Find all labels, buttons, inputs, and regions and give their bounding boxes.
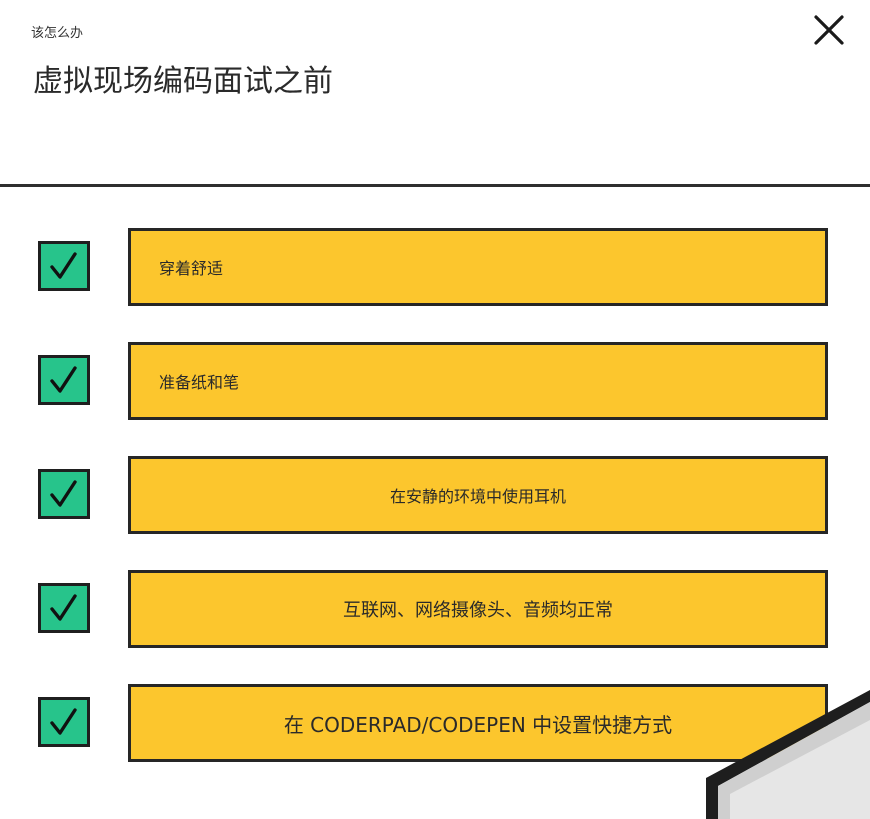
checklist-item-card: 互联网、网络摄像头、音频均正常 [128, 570, 828, 648]
checkbox[interactable] [38, 469, 90, 519]
close-button[interactable] [810, 11, 848, 49]
checklist-item-label: 互联网、网络摄像头、音频均正常 [343, 600, 613, 621]
monitor-illustration [706, 690, 870, 819]
checkbox[interactable] [38, 241, 90, 291]
page-title: 虚拟现场编码面试之前 [33, 64, 333, 99]
checkmark-icon [50, 366, 77, 393]
eyebrow-label: 该怎么办 [31, 26, 84, 41]
checklist-item-label: 准备纸和笔 [159, 373, 240, 392]
checkbox[interactable] [38, 583, 90, 633]
checklist-item-card: 准备纸和笔 [128, 342, 828, 420]
checkbox[interactable] [38, 355, 90, 405]
checklist-item: 在安静的环境中使用耳机 [0, 456, 870, 534]
checklist-item-label: 在 CODERPAD/CODEPEN 中设置快捷方式 [283, 712, 673, 737]
modal: 该怎么办 虚拟现场编码面试之前 穿着舒适 准备纸和笔 在安静的环境中使用耳机 互… [0, 0, 870, 819]
checklist-item-label: 穿着舒适 [159, 259, 224, 278]
checklist-item-label: 在安静的环境中使用耳机 [389, 487, 566, 506]
checklist-item-card: 穿着舒适 [128, 228, 828, 306]
checkmark-icon [50, 594, 77, 621]
checklist-item: 准备纸和笔 [0, 342, 870, 420]
checkmark-icon [50, 252, 77, 279]
close-icon [814, 15, 844, 45]
checklist-item: 穿着舒适 [0, 228, 870, 306]
header-divider [0, 184, 870, 187]
checkmark-icon [50, 708, 77, 735]
checkmark-icon [50, 480, 77, 507]
checklist-item-card: 在安静的环境中使用耳机 [128, 456, 828, 534]
checklist-item: 互联网、网络摄像头、音频均正常 [0, 570, 870, 648]
checkbox[interactable] [38, 697, 90, 747]
